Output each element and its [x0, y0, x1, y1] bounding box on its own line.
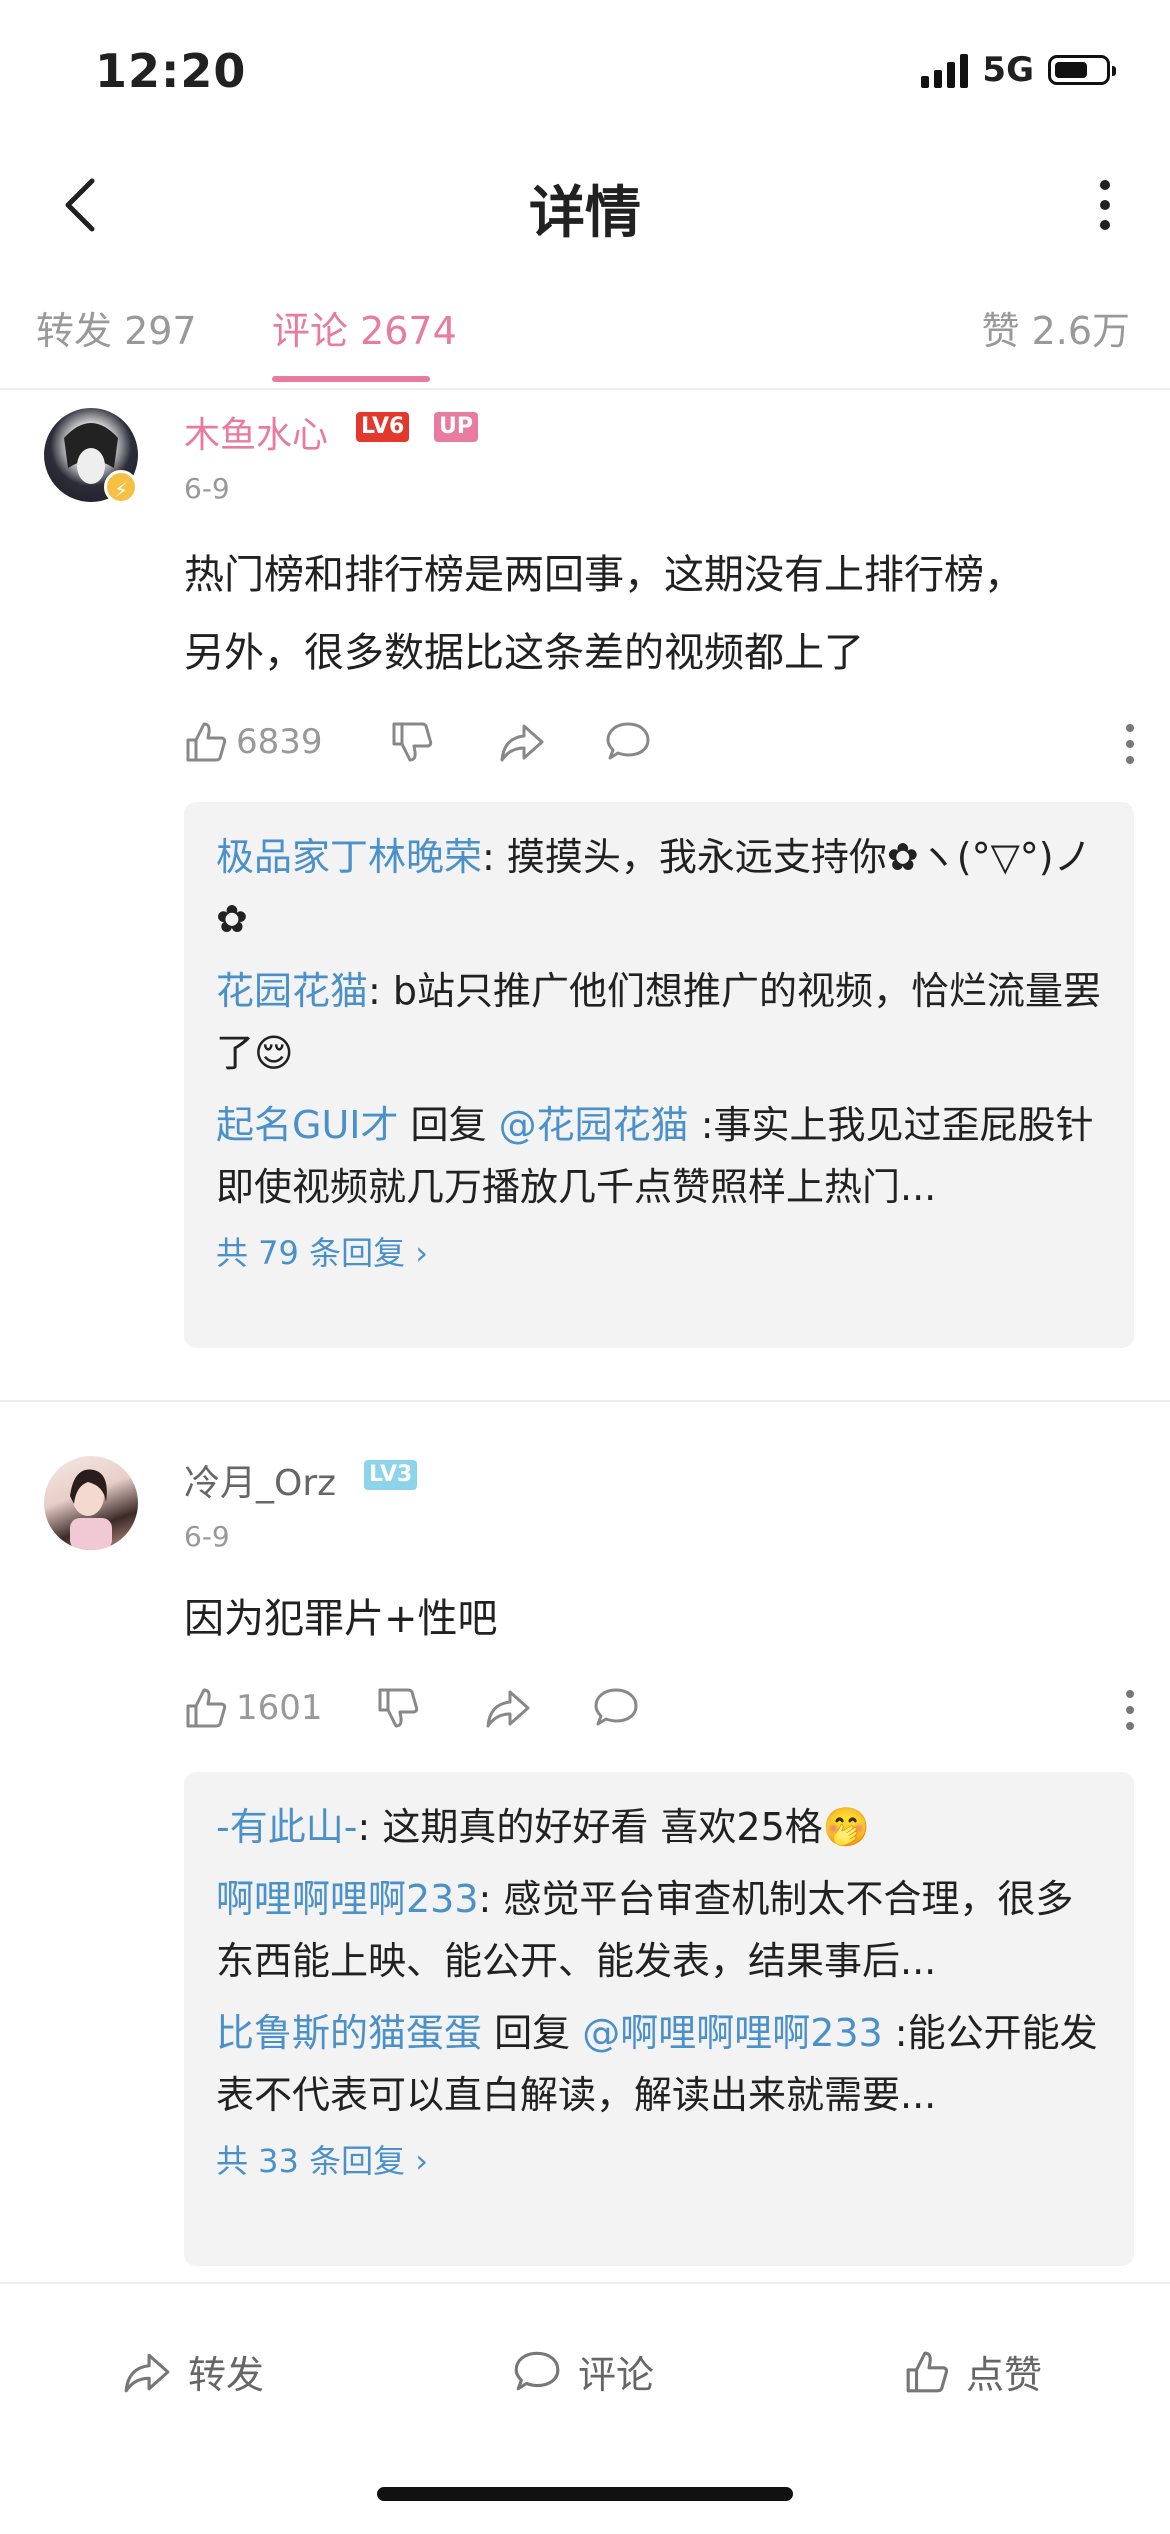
comment-divider	[0, 1400, 1170, 1402]
thumbs-up-icon	[906, 2351, 949, 2392]
share-icon	[486, 1690, 530, 1728]
comment-text: 因为犯罪片+性吧	[184, 1580, 1134, 1658]
reply-button[interactable]	[592, 1686, 640, 1730]
avatar[interactable]	[44, 1456, 138, 1550]
network-label: 5G	[982, 50, 1034, 90]
comment-more-icon[interactable]	[1126, 1690, 1134, 1730]
more-replies-link[interactable]: 共 79 条回复 ›	[216, 1228, 1102, 1274]
up-badge: UP	[434, 412, 478, 442]
reply-item: 啊哩啊哩啊233: 感觉平台审查机制太不合理，很多东西能上映、能公开、能发表，结…	[216, 1868, 1102, 1992]
comment-bubble-icon	[594, 1688, 638, 1726]
reply-item: 比鲁斯的猫蛋蛋 回复 @啊哩啊哩啊233 :能公开能发表不代表可以直白解读，解读…	[216, 2002, 1102, 2126]
signal-icon	[921, 52, 969, 88]
like-button[interactable]: 6839	[184, 720, 323, 764]
repost-button[interactable]: 转发	[122, 2344, 264, 2399]
reply-item: 极品家丁林晚荣: 摸摸头，我永远支持你✿ヽ(°▽°)ノ✿	[216, 826, 1102, 950]
comment-actions: 1601	[184, 1686, 1134, 1736]
dislike-button[interactable]	[390, 720, 434, 764]
comment-actions: 6839	[184, 720, 1134, 770]
like-button[interactable]: 1601	[184, 1686, 323, 1730]
comment-text-line: 热门榜和排行榜是两回事，这期没有上排行榜，	[184, 552, 1024, 598]
comment-label: 评论	[578, 2353, 655, 2397]
home-indicator[interactable]	[377, 2487, 793, 2501]
like-count: 6839	[236, 722, 323, 762]
status-indicators: 5G	[921, 50, 1116, 90]
more-icon[interactable]	[1100, 180, 1110, 230]
comment-date: 6-9	[184, 472, 230, 505]
reply-username[interactable]: 花园花猫	[216, 969, 368, 1013]
comment-username[interactable]: 冷月_Orz	[184, 1454, 336, 1506]
status-time: 12:20	[95, 44, 247, 98]
thumbs-up-icon	[186, 722, 227, 762]
reply-username[interactable]: 极品家丁林晚荣	[216, 835, 482, 879]
level-badge: LV3	[364, 1460, 418, 1490]
comment-text-line: 另外，很多数据比这条差的视频都上了	[184, 630, 864, 676]
more-replies-link[interactable]: 共 33 条回复 ›	[216, 2136, 1102, 2182]
comment-bubble-icon	[606, 722, 650, 760]
thumbs-up-icon	[186, 1688, 227, 1728]
reply-word: 回复	[398, 1103, 499, 1147]
tab-comments[interactable]: 评论 2674	[272, 300, 457, 355]
comment-button[interactable]: 评论	[512, 2344, 654, 2399]
page-title: 详情	[529, 181, 641, 246]
reply-target[interactable]: @啊哩啊哩啊233	[582, 2011, 883, 2055]
reply-word: 回复	[482, 2011, 583, 2055]
tab-repost[interactable]: 转发 297	[36, 300, 197, 355]
like-count: 1601	[236, 1688, 323, 1728]
share-icon	[124, 2353, 170, 2392]
reply-preview[interactable]: -有此山-: 这期真的好好看 喜欢25格🤭 啊哩啊哩啊233: 感觉平台审查机制…	[184, 1772, 1134, 2266]
verified-bolt-icon: ⚡	[104, 470, 138, 504]
comment-text: 热门榜和排行榜是两回事，这期没有上排行榜， 另外，很多数据比这条差的视频都上了	[184, 536, 1134, 692]
reply-target[interactable]: @花园花猫	[499, 1103, 689, 1147]
comment-more-icon[interactable]	[1126, 724, 1134, 764]
like-post-button[interactable]: 点赞	[904, 2344, 1042, 2399]
level-badge: LV6	[356, 412, 410, 442]
thumbs-down-icon	[392, 722, 433, 762]
reply-preview[interactable]: 极品家丁林晚荣: 摸摸头，我永远支持你✿ヽ(°▽°)ノ✿ 花园花猫: b站只推广…	[184, 802, 1134, 1348]
comment-date: 6-9	[184, 1520, 230, 1553]
repost-label: 转发	[188, 2353, 265, 2397]
reply-button[interactable]	[604, 720, 652, 764]
battery-icon	[1048, 55, 1116, 85]
dislike-button[interactable]	[376, 1686, 420, 1730]
share-button[interactable]	[484, 1686, 532, 1730]
share-icon	[500, 724, 544, 762]
comment-username[interactable]: 木鱼水心	[184, 406, 328, 458]
reply-username[interactable]: 啊哩啊哩啊233	[216, 1877, 479, 1921]
reply-username[interactable]: 比鲁斯的猫蛋蛋	[216, 2011, 482, 2055]
tab-indicator	[272, 376, 430, 382]
like-label: 点赞	[966, 2353, 1043, 2397]
reply-item: 起名GUI才 回复 @花园花猫 :事实上我见过歪屁股针即使视频就几万播放几千点赞…	[216, 1094, 1102, 1218]
comment-bubble-icon	[514, 2351, 560, 2390]
tab-bar: 转发 297 评论 2674 赞 2.6万	[0, 300, 1170, 390]
comment-text-line: 因为犯罪片+性吧	[184, 1596, 498, 1642]
reply-item: -有此山-: 这期真的好好看 喜欢25格🤭	[216, 1796, 1102, 1858]
reply-username[interactable]: -有此山-	[216, 1805, 357, 1849]
share-button[interactable]	[498, 720, 546, 764]
reply-username[interactable]: 起名GUI才	[216, 1103, 398, 1147]
reply-text: : 这期真的好好看 喜欢25格🤭	[357, 1805, 871, 1849]
reply-item: 花园花猫: b站只推广他们想推广的视频，恰烂流量罢了😌	[216, 960, 1102, 1084]
thumbs-down-icon	[378, 1688, 419, 1728]
tab-likes[interactable]: 赞 2.6万	[981, 300, 1130, 355]
